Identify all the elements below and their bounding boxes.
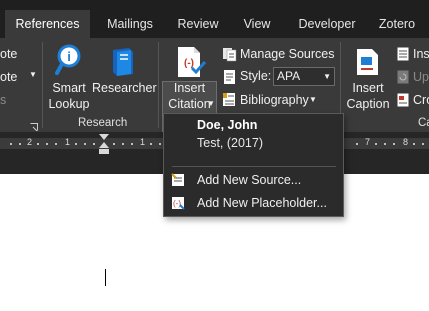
tab-view[interactable]: View [238,10,276,38]
dialog-launcher-icon[interactable] [30,120,38,132]
tab-references[interactable]: References [5,10,90,38]
indent-marker-icon[interactable] [99,134,109,154]
add-source-icon [171,173,185,187]
cross-reference-partial[interactable]: Cro [413,93,429,107]
researcher-button-label[interactable]: Researcher [92,81,157,96]
research-group-label: Research [78,117,128,129]
style-value: APA [277,69,301,83]
researcher-icon [109,46,137,78]
add-placeholder-icon: (-) [171,196,185,210]
captions-group-label: Ca [418,117,429,129]
style-label: Style: [240,69,272,83]
chevron-down-icon: ▼ [323,72,331,81]
footnote-partial-1[interactable]: ote [0,47,17,61]
citation-style-select[interactable]: APA ▼ [273,67,335,86]
manage-sources-icon [222,46,238,62]
tab-mailings[interactable]: Mailings [97,10,163,38]
ruler-number: 1 [65,137,71,147]
insert-caption-label-2[interactable]: Caption [344,97,392,112]
add-new-placeholder-item[interactable]: (-) Add New Placeholder... [164,193,343,215]
source-author: Doe, John [197,118,258,132]
chevron-down-icon[interactable]: ▼ [309,95,317,104]
smart-lookup-label-2[interactable]: Lookup [46,97,92,112]
tab-review[interactable]: Review [172,10,224,38]
add-new-source-item[interactable]: Add New Source... [164,170,343,192]
insert-citation-menu: Doe, John Test, (2017) Add New Source...… [163,113,344,217]
ruler-number: 2 [27,137,33,147]
chevron-down-icon[interactable]: ▼ [29,70,37,79]
update-table-icon [397,70,409,84]
insert-table-of-figures-icon [397,47,409,61]
tab-zotero[interactable]: Zotero [371,10,423,38]
svg-text:i: i [67,49,71,64]
footnote-partial-3: s [0,93,7,107]
insert-citation-icon: (-) [176,46,207,78]
chevron-down-icon: ▼ [207,99,215,108]
ruler-number: 1 [140,137,146,147]
bibliography-button[interactable]: Bibliography [240,93,309,107]
citation-source-item[interactable]: Doe, John Test, (2017) [164,114,343,160]
ribbon-tab-bar: References Mailings Review View Develope… [0,0,429,38]
smart-lookup-icon: i [55,44,85,76]
insert-table-of-figures-partial[interactable]: Ins [413,47,429,61]
source-detail: Test, (2017) [197,136,264,150]
menu-separator [172,166,336,167]
footnote-partial-2[interactable]: ote [0,70,17,84]
smart-lookup-label-1[interactable]: Smart [46,81,92,96]
insert-citation-label-1: Insert [173,81,206,95]
add-new-source-label: Add New Source... [197,173,302,187]
tab-developer[interactable]: Developer [292,10,362,38]
svg-text:(-): (-) [184,58,194,69]
insert-caption-icon [356,48,380,76]
update-table-partial: Up [413,70,429,84]
cross-reference-icon [397,93,409,107]
svg-text:(-): (-) [173,199,181,208]
insert-caption-label-1[interactable]: Insert [344,81,392,96]
style-icon [222,69,238,85]
add-new-placeholder-label: Add New Placeholder... [197,196,327,210]
manage-sources-button[interactable]: Manage Sources [240,47,335,61]
ruler-number: 7 [365,137,371,147]
text-cursor [105,269,106,286]
ruler-number: 8 [403,137,409,147]
bibliography-icon [222,91,238,107]
